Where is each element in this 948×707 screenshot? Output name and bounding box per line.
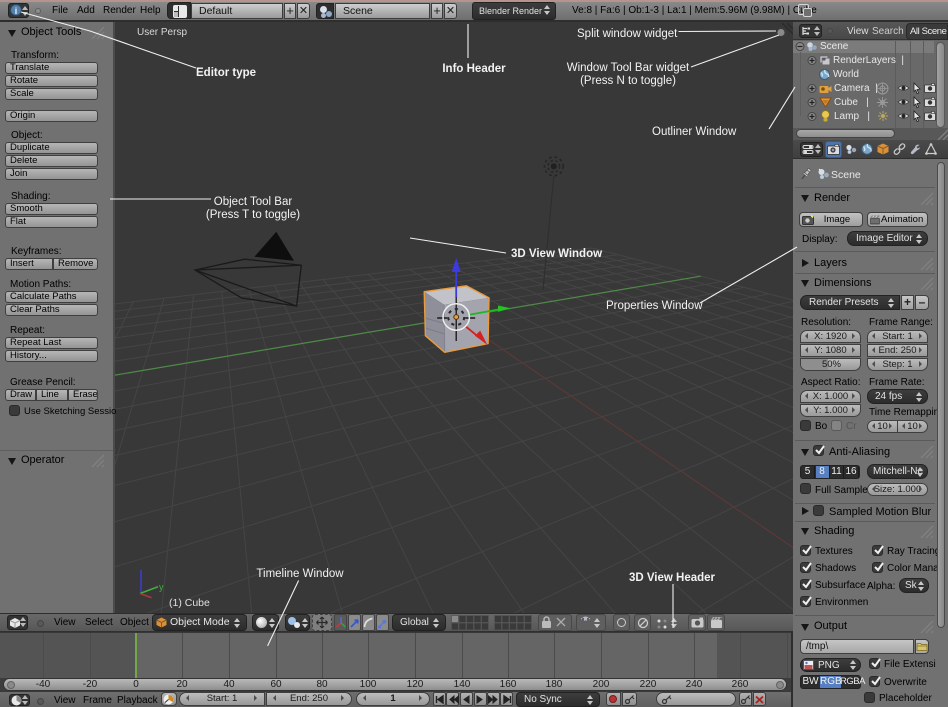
svg-text:User Persp: User Persp	[137, 27, 187, 38]
svg-text:(1) Cube: (1) Cube	[169, 597, 210, 609]
svg-text:y: y	[159, 582, 164, 592]
